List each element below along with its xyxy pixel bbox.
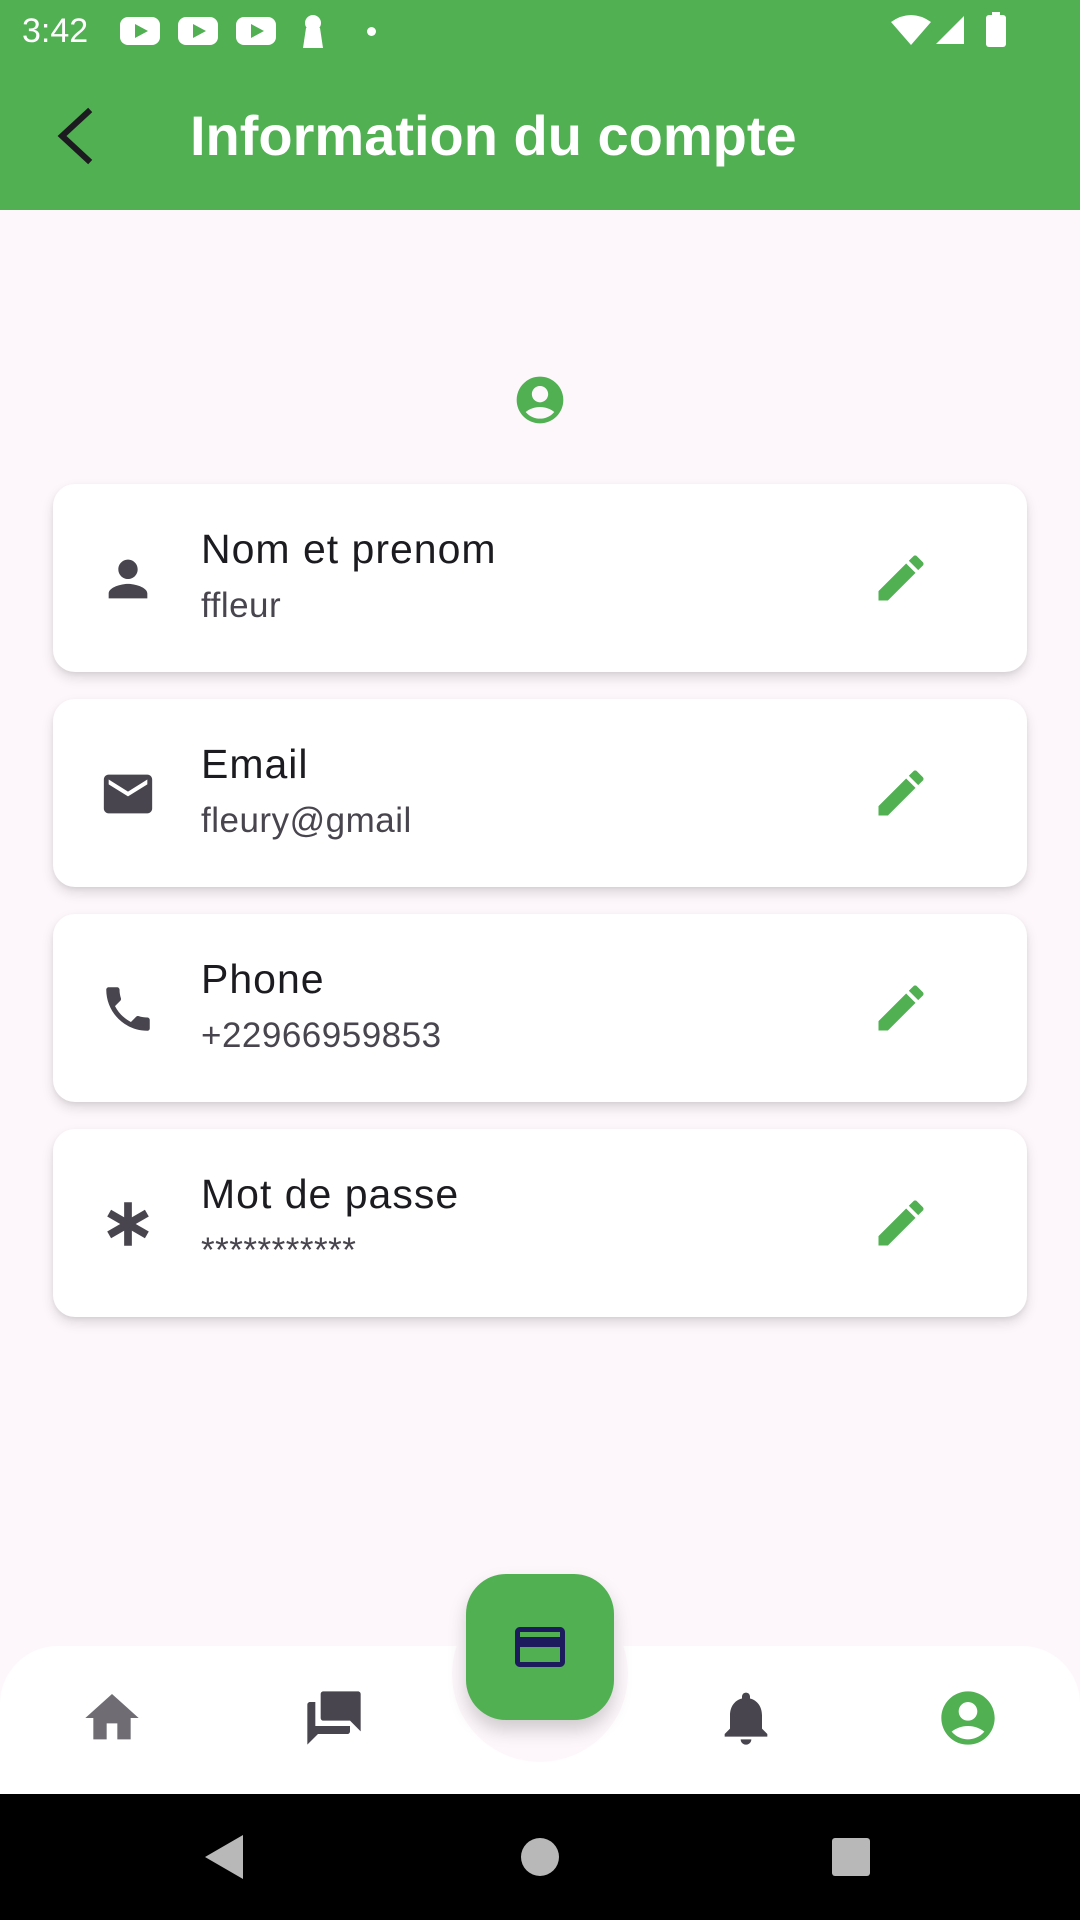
field-value: *********** bbox=[201, 1231, 357, 1270]
credit-card-icon bbox=[515, 1627, 565, 1667]
youtube-notification-icon bbox=[120, 17, 160, 45]
status-time: 3:42 bbox=[22, 12, 89, 50]
asterisk-icon bbox=[107, 1202, 149, 1246]
youtube-notification-icon bbox=[236, 17, 276, 45]
account-field-phone[interactable]: Phone +22966959853 bbox=[53, 914, 1027, 1102]
youtube-notification-icon bbox=[178, 17, 218, 45]
field-value: fleury@gmail bbox=[201, 801, 412, 840]
field-label: Phone bbox=[201, 956, 325, 1002]
field-label: Email bbox=[201, 741, 309, 787]
edit-icon[interactable] bbox=[871, 1193, 931, 1253]
account-field-email[interactable]: Email fleury@gmail bbox=[53, 699, 1027, 887]
edit-icon[interactable] bbox=[871, 763, 931, 823]
wifi-icon bbox=[891, 15, 931, 45]
edit-icon[interactable] bbox=[871, 548, 931, 608]
page-title: Information du compte bbox=[190, 104, 797, 167]
account-circle-icon bbox=[516, 376, 564, 424]
account-icon[interactable] bbox=[936, 1686, 1000, 1750]
system-back-icon[interactable] bbox=[200, 1832, 250, 1882]
field-value: ffleur bbox=[201, 586, 282, 625]
system-home-icon[interactable] bbox=[519, 1836, 561, 1878]
account-field-name[interactable]: Nom et prenom ffleur bbox=[53, 484, 1027, 672]
cell-signal-icon bbox=[936, 16, 964, 44]
more-notifications-icon bbox=[367, 27, 376, 36]
battery-icon bbox=[986, 12, 1006, 47]
keyhole-notification-icon bbox=[303, 15, 323, 48]
edit-icon[interactable] bbox=[871, 978, 931, 1038]
person-icon bbox=[108, 559, 148, 599]
back-button[interactable] bbox=[42, 100, 106, 172]
payment-fab-button[interactable] bbox=[466, 1574, 614, 1720]
home-icon[interactable] bbox=[80, 1686, 144, 1750]
chat-icon[interactable] bbox=[302, 1686, 366, 1750]
account-field-password[interactable]: Mot de passe *********** bbox=[53, 1129, 1027, 1317]
bell-icon[interactable] bbox=[714, 1686, 778, 1750]
field-value: +22966959853 bbox=[201, 1016, 442, 1055]
field-label: Nom et prenom bbox=[201, 526, 497, 572]
field-label: Mot de passe bbox=[201, 1171, 460, 1217]
mail-icon bbox=[103, 774, 153, 814]
system-recents-icon[interactable] bbox=[830, 1836, 872, 1878]
phone-icon bbox=[106, 987, 150, 1031]
